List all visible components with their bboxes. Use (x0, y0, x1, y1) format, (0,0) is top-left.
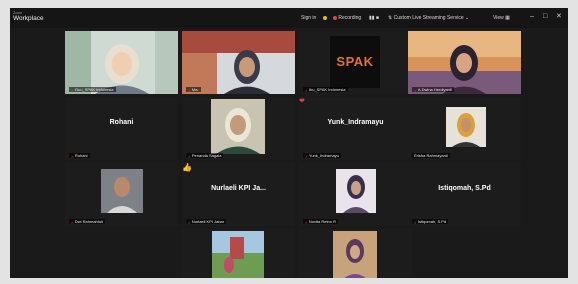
participant-label: ⌟ Rohani (69, 153, 90, 158)
mic-muted-icon: ⌟ (71, 87, 73, 92)
participant-video (299, 163, 412, 226)
live-stream-icon: ⇅ (388, 15, 393, 21)
participant-tile[interactable]: ⌟ Guu_SPAK Indonesia (65, 31, 178, 94)
participant-tile[interactable]: ⌟ A.Dwina Herdiyanti (408, 31, 521, 94)
mic-muted-icon: ⌟ (71, 219, 73, 224)
mic-muted-icon: ⌟ (71, 153, 73, 158)
mic-muted-icon: ⌟ (188, 153, 190, 158)
recording-indicator[interactable]: Recording (333, 15, 361, 21)
view-menu[interactable]: View ▦ (493, 15, 510, 21)
spak-logo-text: SPAK (336, 54, 374, 69)
maximize-button[interactable]: □ (543, 13, 547, 21)
participant-video (408, 31, 521, 94)
participant-video (408, 97, 521, 160)
recording-dot-icon (333, 15, 337, 20)
participant-label: ⌟ Nurlaeli KPI Jabar (186, 219, 227, 224)
participant-tile[interactable]: ⌟ Dwi Rahmahtuti (65, 163, 178, 226)
participant-video (65, 31, 178, 94)
mic-muted-icon: ⌟ (188, 87, 190, 92)
participant-label: ⌟ Novita Retno R (303, 219, 338, 224)
participant-tile[interactable]: SPAK ⌟ Ibu_SPAK Indonesia (299, 31, 412, 94)
participant-video (182, 31, 295, 94)
live-stream-label: Custom Live Streaming Service (393, 15, 464, 21)
live-stream-menu[interactable]: ⇅ Custom Live Streaming Service ⌄ (388, 15, 469, 21)
participant-tile[interactable]: Erisha Rahmayanti (408, 97, 521, 160)
mic-muted-icon: ⌟ (188, 219, 190, 224)
mic-muted-icon: ⌟ (305, 87, 307, 92)
app-logo: Zoom Workplace (13, 11, 44, 22)
participant-video (65, 163, 178, 226)
participant-tile[interactable]: 👍 Nurlaeli KPI Ja... ⌟ Nurlaeli KPI Jabar (182, 163, 295, 226)
mic-muted-icon: ⌟ (414, 87, 416, 92)
mic-muted-icon: ⌟ (305, 153, 307, 158)
participant-tile[interactable]: ⌟ Ma- (182, 31, 295, 94)
app-logo-title: Workplace (13, 15, 44, 22)
participant-tile[interactable]: ⌟ Novita Retno R (299, 163, 412, 226)
minimize-button[interactable]: – (530, 13, 534, 21)
participant-label: ⌟ Istiqomah, S.Pd (412, 219, 449, 224)
thumbs-up-reaction-icon: 👍 (182, 163, 192, 172)
participant-label: ⌟ Ma- (186, 87, 201, 92)
participant-video (182, 229, 295, 278)
participant-tile[interactable]: ❤ Yunk_Indramayu ⌟ Yunk_Indramayu (299, 97, 412, 160)
security-icon[interactable] (323, 15, 327, 21)
participant-tile[interactable]: ⌟ (182, 229, 295, 278)
participant-label: ⌟ Yunk_Indramayu (303, 153, 341, 158)
participant-label: ⌟ Guu_SPAK Indonesia (69, 87, 116, 92)
participant-video (182, 97, 295, 160)
participant-name: Yunk_Indramayu (327, 119, 384, 126)
pause-stop-icon[interactable]: ▮▮ ■ (369, 15, 379, 21)
spak-logo: SPAK (330, 36, 380, 88)
participant-video (299, 229, 412, 278)
top-bar: Zoom Workplace Sign in Recording ▮▮ ■ ⇅ … (10, 8, 568, 28)
participant-label: ⌟ A.Dwina Herdiyanti (412, 87, 454, 92)
participant-name: Nurlaeli KPI Ja... (211, 185, 266, 192)
participant-label: ⌟ Ibu_SPAK Indonesia (303, 87, 348, 92)
meeting-window: Zoom Workplace Sign in Recording ▮▮ ■ ⇅ … (10, 8, 568, 278)
participant-label: Erisha Rahmayanti (412, 153, 450, 158)
close-button[interactable]: ✕ (556, 13, 562, 21)
heart-reaction-icon: ❤ (299, 98, 305, 105)
participant-label: ⌟ Penanda Sagala (186, 153, 224, 158)
participant-tile[interactable]: ⌟ Penanda Sagala (182, 97, 295, 160)
participant-label: ⌟ Dwi Rahmahtuti (69, 219, 106, 224)
participant-name: Rohani (109, 119, 134, 126)
sign-in-link[interactable]: Sign in (301, 15, 316, 21)
chevron-down-icon: ⌄ (465, 15, 470, 21)
mic-muted-icon: ⌟ (414, 219, 416, 224)
participant-name: Istiqomah, S.Pd (438, 185, 491, 192)
recording-label: Recording (338, 15, 362, 21)
participant-tile[interactable]: Istiqomah, S.Pd ⌟ Istiqomah, S.Pd (408, 163, 521, 226)
grid-view-icon: ▦ (505, 15, 510, 21)
mic-muted-icon: ⌟ (305, 219, 307, 224)
participant-tile[interactable]: Rohani ⌟ Rohani (65, 97, 178, 160)
view-label: View (493, 15, 504, 21)
participant-tile[interactable]: ⌟ (299, 229, 412, 278)
